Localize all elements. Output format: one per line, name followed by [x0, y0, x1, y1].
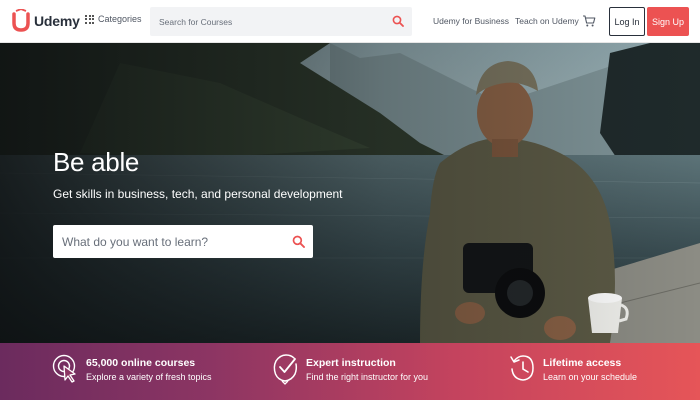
clock-history-icon [510, 355, 534, 381]
search-icon[interactable] [292, 235, 305, 248]
udemy-logo[interactable]: Udemy [10, 9, 80, 33]
feature-description: Learn on your schedule [543, 372, 638, 382]
hero-search [53, 225, 313, 258]
signup-button[interactable]: Sign Up [647, 7, 689, 36]
teach-on-udemy-link[interactable]: Teach on Udemy [515, 16, 579, 26]
categories-label: Categories [98, 14, 142, 24]
cart-icon[interactable] [582, 14, 596, 28]
udemy-logo-icon [12, 9, 30, 32]
header-search [150, 7, 412, 36]
feature-title: 65,000 online courses [86, 357, 196, 369]
feature-description: Find the right instructor for you [306, 372, 429, 382]
features-bar: 65,000 online courses Explore a variety … [0, 343, 700, 400]
feature-title: Expert instruction [306, 357, 396, 369]
header-search-input[interactable] [150, 7, 380, 36]
target-cursor-icon [52, 354, 76, 383]
logo-text: Udemy [34, 13, 80, 29]
login-button[interactable]: Log In [609, 7, 645, 36]
feature-expert-instruction: Expert instruction Find the right instru… [272, 353, 428, 385]
hero-title: Be able [53, 147, 140, 177]
feature-lifetime-access: Lifetime access Learn on your schedule [509, 353, 637, 385]
hero-search-input[interactable] [53, 225, 278, 258]
feature-online-courses: 65,000 online courses Explore a variety … [52, 353, 212, 385]
hero-banner: Be able Get skills in business, tech, an… [0, 43, 700, 343]
feature-title: Lifetime access [543, 357, 622, 369]
udemy-for-business-link[interactable]: Udemy for Business [433, 16, 509, 26]
checkmark-badge-icon [273, 354, 298, 385]
hero-subtitle: Get skills in business, tech, and person… [53, 187, 343, 201]
feature-description: Explore a variety of fresh topics [86, 372, 212, 382]
categories-menu[interactable]: Categories [85, 14, 142, 24]
grid-icon [85, 14, 94, 24]
top-navbar: Udemy Categories Udemy for Business Teac… [0, 0, 700, 43]
search-icon[interactable] [392, 15, 404, 27]
